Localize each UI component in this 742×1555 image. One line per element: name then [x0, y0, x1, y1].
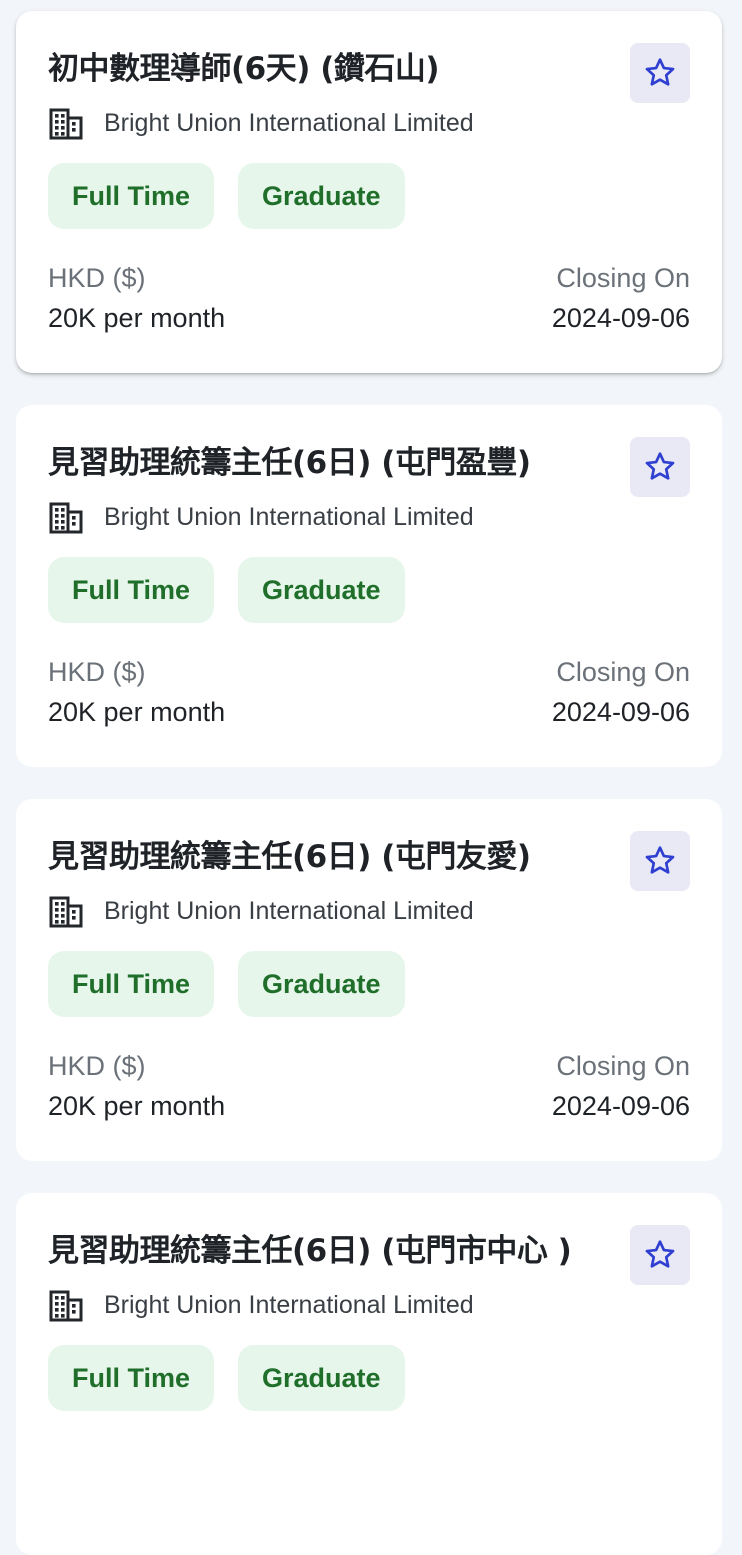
job-card[interactable]: 見習助理統籌主任(6日) (屯門友愛) Bright Union Interna…: [16, 799, 722, 1161]
job-card[interactable]: 見習助理統籌主任(6日) (屯門盈豐) Bright Union Interna…: [16, 405, 722, 767]
star-outline-icon: [645, 452, 675, 480]
tag-chip[interactable]: Full Time: [48, 557, 215, 623]
tag-chip[interactable]: Full Time: [48, 951, 215, 1017]
closing-date: 2024-09-06: [551, 303, 690, 333]
star-outline-icon: [645, 1240, 675, 1268]
company-name: Bright Union International Limited: [104, 108, 474, 137]
currency-label: HKD ($): [48, 657, 146, 687]
job-tags: Full Time Graduate: [48, 951, 429, 1017]
building-icon: [49, 502, 83, 534]
salary-value: 20K per month: [48, 1091, 226, 1121]
company-row: Bright Union International Limited: [48, 891, 474, 931]
closing-label: Closing On: [556, 263, 690, 293]
closing-label: Closing On: [556, 657, 690, 687]
tag-chip[interactable]: Graduate: [238, 557, 405, 623]
job-tags: Full Time Graduate: [48, 1345, 429, 1411]
closing-date: 2024-09-06: [551, 697, 690, 727]
favorite-button[interactable]: [630, 831, 690, 891]
company-row: Bright Union International Limited: [48, 1285, 474, 1325]
company-row: Bright Union International Limited: [48, 103, 474, 143]
currency-label: HKD ($): [48, 263, 146, 293]
job-tags: Full Time Graduate: [48, 557, 429, 623]
tag-chip[interactable]: Full Time: [48, 163, 215, 229]
tag-chip[interactable]: Graduate: [238, 1345, 405, 1411]
job-title[interactable]: 見習助理統籌主任(6日) (屯門盈豐): [48, 443, 608, 483]
tag-chip[interactable]: Graduate: [238, 163, 405, 229]
company-name: Bright Union International Limited: [104, 1290, 474, 1319]
closing-date: 2024-09-06: [551, 1091, 690, 1121]
favorite-button[interactable]: [630, 1225, 690, 1285]
building-icon: [49, 108, 83, 140]
job-title[interactable]: 初中數理導師(6天) (鑽石山): [48, 49, 608, 89]
closing-label: Closing On: [556, 1051, 690, 1081]
favorite-button[interactable]: [630, 43, 690, 103]
salary-value: 20K per month: [48, 697, 226, 727]
tag-chip[interactable]: Graduate: [238, 951, 405, 1017]
job-title[interactable]: 見習助理統籌主任(6日) (屯門友愛): [48, 837, 608, 877]
company-name: Bright Union International Limited: [104, 896, 474, 925]
star-outline-icon: [645, 58, 675, 86]
company-row: Bright Union International Limited: [48, 497, 474, 537]
building-icon: [49, 896, 83, 928]
favorite-button[interactable]: [630, 437, 690, 497]
company-name: Bright Union International Limited: [104, 502, 474, 531]
job-card[interactable]: 初中數理導師(6天) (鑽石山) Bright Union Internatio…: [16, 11, 722, 373]
job-card[interactable]: 見習助理統籌主任(6日) (屯門市中心 ) Bright Union Inter…: [16, 1193, 722, 1555]
currency-label: HKD ($): [48, 1051, 146, 1081]
star-outline-icon: [645, 846, 675, 874]
salary-value: 20K per month: [48, 303, 226, 333]
job-title[interactable]: 見習助理統籌主任(6日) (屯門市中心 ): [48, 1231, 608, 1271]
job-tags: Full Time Graduate: [48, 163, 429, 229]
tag-chip[interactable]: Full Time: [48, 1345, 215, 1411]
building-icon: [49, 1290, 83, 1322]
